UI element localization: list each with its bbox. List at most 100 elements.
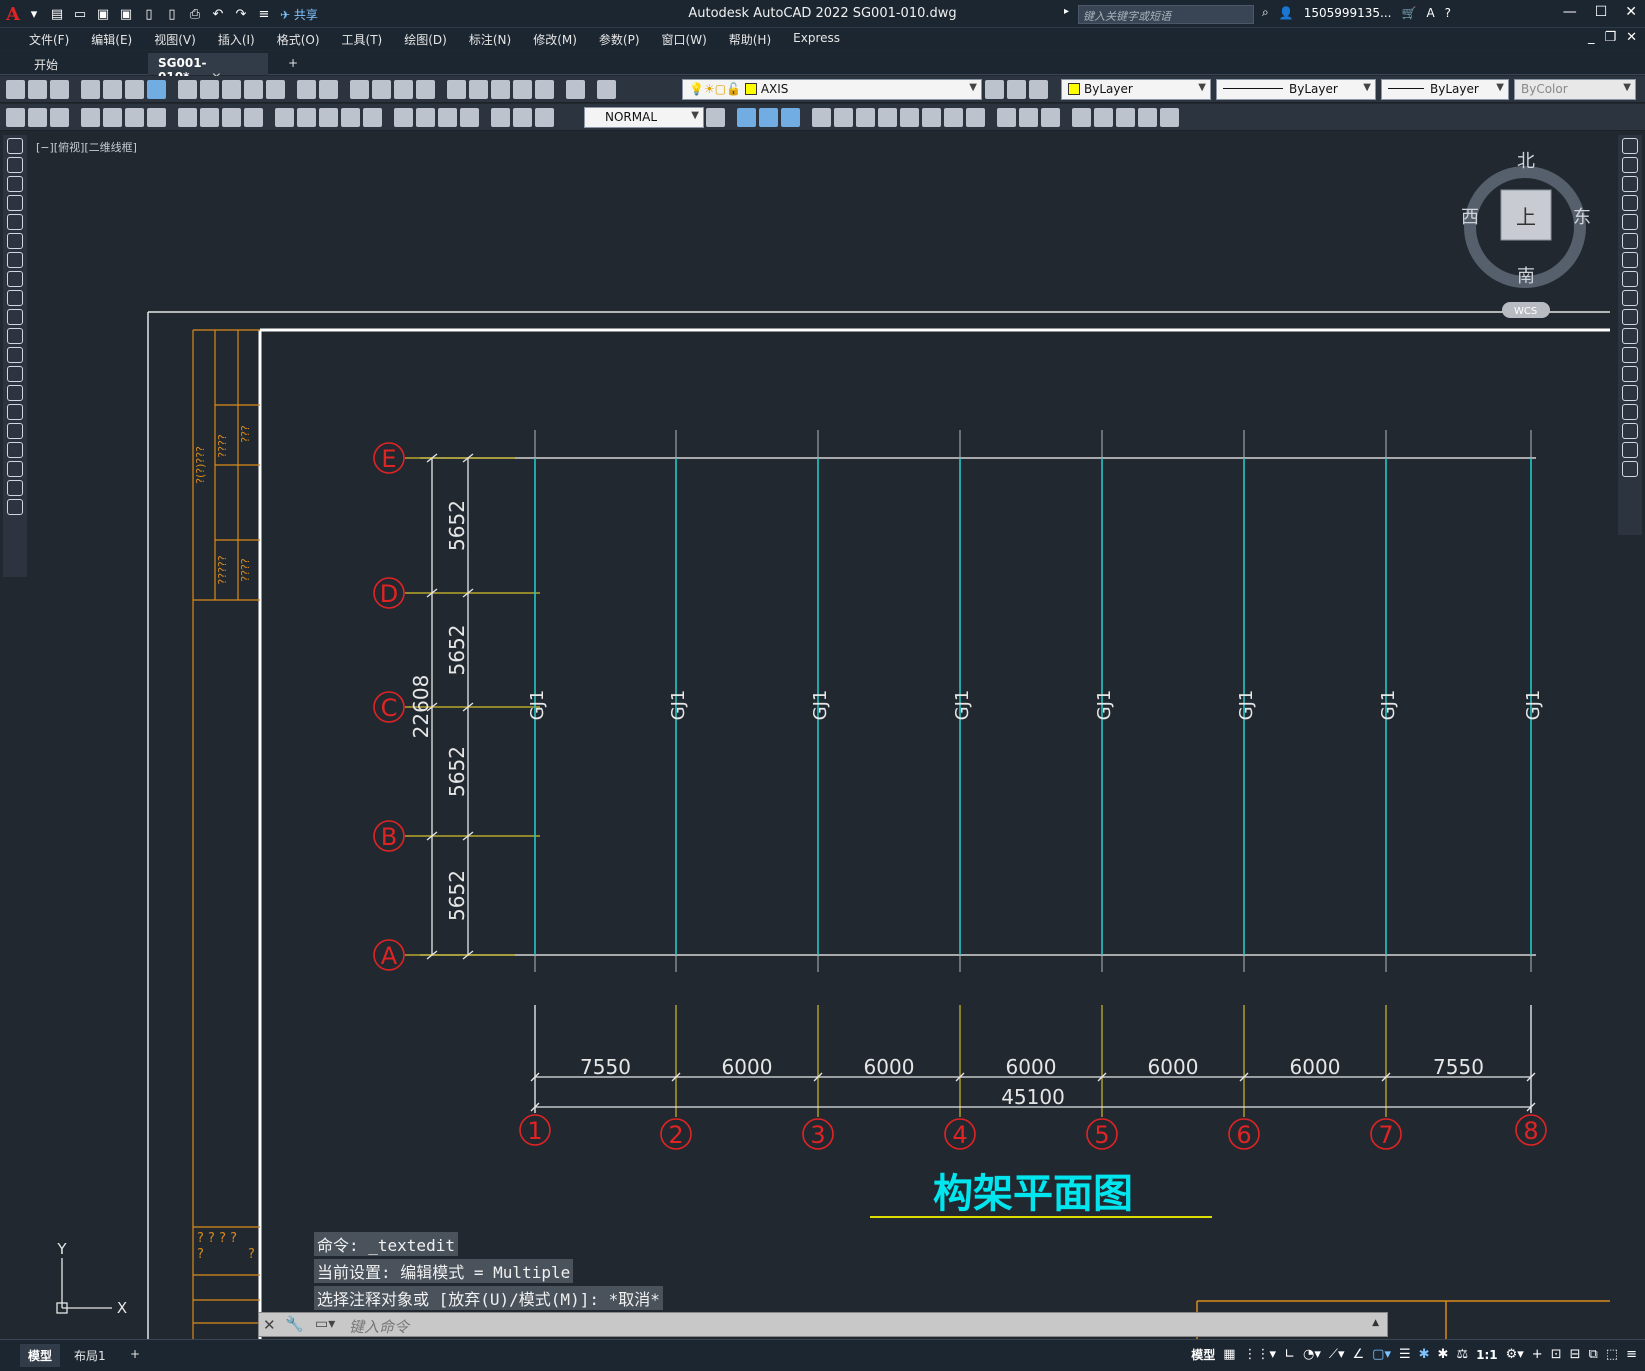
- isolate-objects-icon[interactable]: ⧉: [1589, 1347, 1598, 1362]
- tab-layout1[interactable]: 布局1: [66, 1344, 114, 1367]
- maximize-icon[interactable]: ☐: [1595, 4, 1608, 20]
- layer-state-icon[interactable]: [1029, 80, 1048, 99]
- search-icon[interactable]: ⌕: [1262, 5, 1269, 20]
- save-icon[interactable]: [50, 80, 69, 99]
- drawing-canvas[interactable]: ???? ??? ?(?)??? ????? ???? ? ? ? ? ? ? …: [30, 130, 1610, 1340]
- dim-update-icon[interactable]: [535, 108, 554, 127]
- make-block-icon[interactable]: [7, 366, 23, 382]
- autodesk-account-icon[interactable]: A: [1426, 6, 1434, 20]
- rectangle-icon[interactable]: [7, 214, 23, 230]
- tool-palette-icon[interactable]: [491, 80, 510, 99]
- ordinate-icon[interactable]: [147, 108, 166, 127]
- polygon-icon[interactable]: [7, 195, 23, 211]
- join-icon[interactable]: [1622, 385, 1638, 401]
- menu-tools[interactable]: 工具(T): [331, 28, 394, 50]
- dim-tool-icon[interactable]: [28, 108, 47, 127]
- polar-icon[interactable]: ◔▾: [1303, 1347, 1321, 1362]
- center-mark-icon[interactable]: [416, 108, 435, 127]
- tolerance-icon[interactable]: [394, 108, 413, 127]
- arc-icon[interactable]: [7, 233, 23, 249]
- solid-edit-icon[interactable]: [1094, 108, 1113, 127]
- publish-icon[interactable]: [125, 80, 144, 99]
- point-icon[interactable]: [7, 385, 23, 401]
- annotation-scale-value[interactable]: 1:1: [1476, 1348, 1498, 1362]
- break-icon[interactable]: [1622, 366, 1638, 382]
- copy-icon[interactable]: [200, 80, 219, 99]
- break-point-icon[interactable]: [1622, 347, 1638, 363]
- spline-icon[interactable]: [7, 290, 23, 306]
- quick-properties-icon[interactable]: ⊟: [1570, 1347, 1581, 1362]
- material-icon[interactable]: [1041, 108, 1060, 127]
- render-icon[interactable]: [1019, 108, 1038, 127]
- scale-icon[interactable]: [1622, 271, 1638, 287]
- solid-edit-icon[interactable]: [1160, 108, 1179, 127]
- menu-file[interactable]: 文件(F): [18, 28, 80, 50]
- trim-icon[interactable]: [1622, 309, 1638, 325]
- stretch-icon[interactable]: [1622, 290, 1638, 306]
- object-snap-icon[interactable]: ▢▾: [1372, 1347, 1391, 1362]
- lineweight-toggle-icon[interactable]: ☰: [1399, 1347, 1411, 1362]
- zoom-realtime-icon[interactable]: [372, 80, 391, 99]
- minimize-icon[interactable]: —: [1563, 4, 1577, 20]
- angular-icon[interactable]: [244, 108, 263, 127]
- expand-search-icon[interactable]: ▸: [1064, 6, 1069, 17]
- erase-icon[interactable]: [1622, 138, 1638, 154]
- menu-insert[interactable]: 插入(I): [207, 28, 266, 50]
- space-icon[interactable]: [341, 108, 360, 127]
- menu-edit[interactable]: 编辑(E): [80, 28, 143, 50]
- menu-dimension[interactable]: 标注(N): [458, 28, 522, 50]
- auto-scale-icon[interactable]: ✱: [1438, 1347, 1449, 1362]
- linetype-dropdown[interactable]: ByLayer ▼: [1216, 79, 1376, 100]
- menu-parametric[interactable]: 参数(P): [588, 28, 651, 50]
- loft-icon[interactable]: [900, 108, 919, 127]
- subtract-icon[interactable]: [781, 108, 800, 127]
- visual-style-icon[interactable]: [997, 108, 1016, 127]
- quick-dim-icon[interactable]: [275, 108, 294, 127]
- rotate-icon[interactable]: [1622, 252, 1638, 268]
- menu-view[interactable]: 视图(V): [143, 28, 207, 50]
- layer-previous-icon[interactable]: [1007, 80, 1026, 99]
- menu-format[interactable]: 格式(O): [266, 28, 331, 50]
- dim-tool-icon[interactable]: [6, 108, 25, 127]
- extrude-icon[interactable]: [812, 108, 831, 127]
- section-icon[interactable]: [944, 108, 963, 127]
- table-icon[interactable]: [7, 461, 23, 477]
- doc-minimize-icon[interactable]: _: [1588, 30, 1595, 45]
- offset-icon[interactable]: [1622, 195, 1638, 211]
- web-icon[interactable]: [147, 80, 166, 99]
- lineweight-dropdown[interactable]: ByLayer ▼: [1381, 79, 1509, 100]
- command-line[interactable]: ✕ 🔧 ▭▾ 键入命令 ▲: [258, 1312, 1388, 1337]
- presspull-icon[interactable]: [834, 108, 853, 127]
- make-current-icon[interactable]: [985, 80, 1004, 99]
- pan-icon[interactable]: [350, 80, 369, 99]
- cut-icon[interactable]: [178, 80, 197, 99]
- blend-icon[interactable]: [1622, 442, 1638, 458]
- aligned-dim-icon[interactable]: [103, 108, 122, 127]
- properties-icon[interactable]: [447, 80, 466, 99]
- circle-icon[interactable]: [7, 252, 23, 268]
- gradient-icon[interactable]: [7, 423, 23, 439]
- design-center-icon[interactable]: [469, 80, 488, 99]
- sweep-icon[interactable]: [856, 108, 875, 127]
- doc-close-icon[interactable]: ✕: [1626, 30, 1637, 45]
- array-icon[interactable]: [1622, 214, 1638, 230]
- object-snap-tracking-icon[interactable]: ∠: [1353, 1347, 1365, 1362]
- compass-west[interactable]: 西: [1461, 207, 1479, 228]
- menu-help[interactable]: 帮助(H): [718, 28, 782, 50]
- dimstyle-dropdown[interactable]: NORMAL ▼: [584, 107, 704, 128]
- layer-dropdown[interactable]: 💡☀▢🔓 AXIS ▼: [682, 79, 982, 100]
- units-icon[interactable]: ⊡: [1551, 1347, 1562, 1362]
- tab-model[interactable]: 模型: [20, 1344, 61, 1367]
- menu-draw[interactable]: 绘图(D): [393, 28, 458, 50]
- union-icon[interactable]: [759, 108, 778, 127]
- new-icon[interactable]: [6, 80, 25, 99]
- new-tab-button[interactable]: +: [278, 53, 308, 75]
- mirror-icon[interactable]: [1622, 176, 1638, 192]
- ellipse-arc-icon[interactable]: [7, 328, 23, 344]
- user-icon[interactable]: 👤: [1279, 6, 1294, 20]
- copy-object-icon[interactable]: [1622, 157, 1638, 173]
- menu-window[interactable]: 窗口(W): [651, 28, 718, 50]
- solid-edit-icon[interactable]: [1072, 108, 1091, 127]
- jogged-linear-icon[interactable]: [460, 108, 479, 127]
- box-icon[interactable]: [737, 108, 756, 127]
